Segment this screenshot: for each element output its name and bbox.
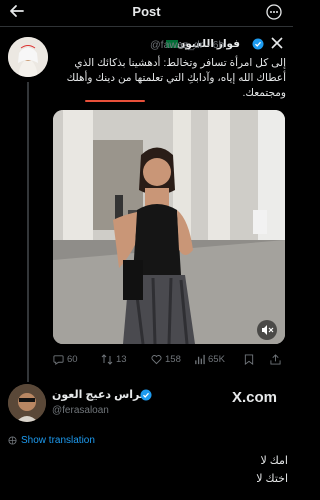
translation-label[interactable]: Show translation <box>21 435 95 446</box>
bookmark-icon <box>244 354 254 365</box>
xcom-badge: X.com <box>232 389 278 406</box>
reply-action[interactable]: 60 <box>53 354 78 365</box>
share-action[interactable] <box>270 354 281 365</box>
page-title: Post <box>132 4 161 19</box>
author-avatar[interactable] <box>8 37 48 77</box>
top-bar: Post <box>0 0 293 26</box>
author-handle[interactable]: @fawaz_dr <box>150 39 203 51</box>
thread-line <box>27 82 29 382</box>
reply-line-2: اختك لا <box>256 473 288 485</box>
reply-verified-badge-icon <box>140 389 152 401</box>
reply-author-handle[interactable]: @ferasaloan <box>52 405 109 416</box>
more-options-icon[interactable] <box>266 4 282 20</box>
bookmark-action[interactable] <box>244 354 254 365</box>
handle-time: @fawaz_dr · 6h <box>150 39 224 51</box>
repost-count: 13 <box>116 354 127 365</box>
video-frame-image <box>53 110 285 344</box>
views-action[interactable]: 65K <box>194 354 225 365</box>
views-chart-icon <box>195 354 205 365</box>
view-count: 65K <box>208 354 225 365</box>
reply-line-1: امك لا <box>260 455 288 467</box>
reply-author-avatar[interactable] <box>8 384 46 422</box>
reply-icon <box>53 355 64 365</box>
post-time: 6h <box>212 39 225 51</box>
globe-icon <box>8 436 17 445</box>
action-bar: 60 13 158 65K <box>53 354 285 368</box>
repost-action[interactable]: 13 <box>101 354 127 365</box>
repost-icon <box>101 354 113 365</box>
avatar-portrait-icon <box>8 37 48 77</box>
mute-button[interactable] <box>257 320 277 340</box>
reply-avatar-portrait-icon <box>8 384 46 422</box>
heart-icon <box>151 355 162 365</box>
reply-name-row: فراس دعيج العون <box>52 388 202 402</box>
show-translation-link[interactable]: Show translation <box>8 435 95 446</box>
x-logo-icon <box>271 37 283 49</box>
speaker-muted-icon <box>262 325 274 335</box>
dot-separator: · <box>206 39 210 51</box>
reply-count: 60 <box>67 354 78 365</box>
header-divider <box>0 26 293 27</box>
like-count: 158 <box>165 354 181 365</box>
reply-text: امك لا اختك لا <box>200 452 288 488</box>
post-text: إلى كل امرأة تسافر وتخالط: أدهشينا بذكائ… <box>66 57 286 99</box>
reply-author-name[interactable]: فراس دعيج العون <box>52 388 147 401</box>
share-icon <box>270 354 281 365</box>
video-player[interactable] <box>53 110 285 344</box>
like-action[interactable]: 158 <box>151 354 181 365</box>
handdrawn-underline <box>85 100 145 102</box>
verified-badge-icon <box>252 38 264 50</box>
